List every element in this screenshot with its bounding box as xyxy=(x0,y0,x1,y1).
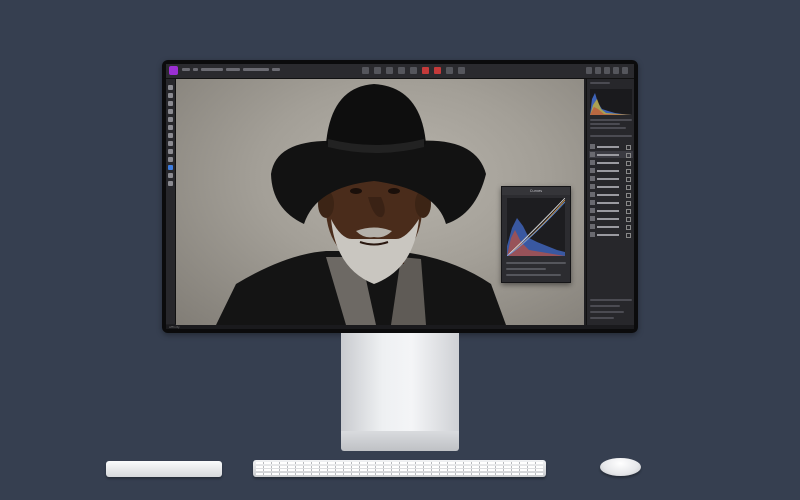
curves-graph-plot xyxy=(506,197,566,257)
pen-tool-icon[interactable] xyxy=(168,141,173,146)
tools-panel xyxy=(166,79,176,324)
layer-item[interactable] xyxy=(589,191,633,198)
menu-item[interactable] xyxy=(193,68,198,71)
dodge-tool-icon[interactable] xyxy=(168,133,173,138)
panel-tab[interactable] xyxy=(590,82,610,84)
layer-item[interactable] xyxy=(589,151,633,158)
persona-icons xyxy=(586,67,628,74)
curves-controls xyxy=(506,262,566,280)
menu-item[interactable] xyxy=(272,68,280,71)
tool-icon[interactable] xyxy=(398,67,405,74)
histogram xyxy=(590,89,632,115)
keyboard xyxy=(253,460,546,477)
menu-item[interactable] xyxy=(182,68,190,71)
persona-icon[interactable] xyxy=(613,67,619,74)
trackpad xyxy=(106,461,222,477)
crop-tool-icon[interactable] xyxy=(168,93,173,98)
panel-row xyxy=(590,123,620,125)
persona-icon[interactable] xyxy=(622,67,628,74)
app-logo-icon[interactable] xyxy=(169,66,178,75)
curves-graph[interactable] xyxy=(506,197,566,257)
text-tool-icon[interactable] xyxy=(168,149,173,154)
brush-tool-icon[interactable] xyxy=(168,101,173,106)
layer-item[interactable] xyxy=(589,175,633,182)
tool-icon[interactable] xyxy=(386,67,393,74)
layer-item[interactable] xyxy=(589,167,633,174)
layer-item[interactable] xyxy=(589,183,633,190)
panel-row xyxy=(590,317,614,319)
menu-item[interactable] xyxy=(243,68,269,71)
top-toolbar xyxy=(166,64,634,79)
monitor-stand xyxy=(341,333,459,431)
selection-tool-icon[interactable] xyxy=(168,109,173,114)
curves-slider[interactable] xyxy=(506,274,561,276)
panel-row xyxy=(590,119,632,121)
curves-dialog[interactable]: Curves xyxy=(501,186,571,283)
mouse xyxy=(600,458,641,476)
layer-item[interactable] xyxy=(589,215,633,222)
record-icon[interactable] xyxy=(434,67,441,74)
layer-item[interactable] xyxy=(589,199,633,206)
hand-tool-icon[interactable] xyxy=(168,181,173,186)
studio-panel xyxy=(586,79,634,325)
eraser-tool-icon[interactable] xyxy=(168,117,173,122)
zoom-tool-icon[interactable] xyxy=(168,173,173,178)
app-window: Curves Affinity xyxy=(166,64,634,329)
shape-tool-icon[interactable] xyxy=(168,157,173,162)
layer-item[interactable] xyxy=(589,159,633,166)
layer-item[interactable] xyxy=(589,223,633,230)
tool-icon[interactable] xyxy=(374,67,381,74)
layer-item[interactable] xyxy=(589,231,633,238)
menu-bar xyxy=(182,68,280,74)
panel-tab-bar[interactable] xyxy=(590,135,632,137)
tool-icon[interactable] xyxy=(362,67,369,74)
menu-item[interactable] xyxy=(201,68,223,71)
desktop-scene: Curves Affinity xyxy=(0,0,800,500)
panel-row xyxy=(590,305,620,307)
menu-item[interactable] xyxy=(226,68,240,71)
persona-icon[interactable] xyxy=(586,67,592,74)
tool-icon[interactable] xyxy=(446,67,453,74)
persona-icon[interactable] xyxy=(595,67,601,74)
tool-icon[interactable] xyxy=(458,67,465,74)
curves-dialog-title: Curves xyxy=(502,187,570,195)
monitor-stand-base xyxy=(341,431,459,451)
move-tool-icon[interactable] xyxy=(168,85,173,90)
toolbar-icons xyxy=(362,67,465,74)
panel-row xyxy=(590,127,626,129)
monitor: Curves Affinity xyxy=(162,60,638,333)
persona-icon[interactable] xyxy=(604,67,610,74)
tool-icon[interactable] xyxy=(410,67,417,74)
panel-row xyxy=(590,299,632,301)
clone-tool-icon[interactable] xyxy=(168,125,173,130)
layer-item[interactable] xyxy=(589,143,633,150)
status-bar: Affinity xyxy=(166,325,634,329)
panel-row xyxy=(590,311,624,313)
status-text: Affinity xyxy=(169,325,180,329)
record-icon[interactable] xyxy=(422,67,429,74)
curves-slider[interactable] xyxy=(506,268,546,270)
curves-slider[interactable] xyxy=(506,262,566,264)
histogram-plot xyxy=(590,93,632,115)
color-picker-icon[interactable] xyxy=(168,165,173,170)
layer-item[interactable] xyxy=(589,207,633,214)
